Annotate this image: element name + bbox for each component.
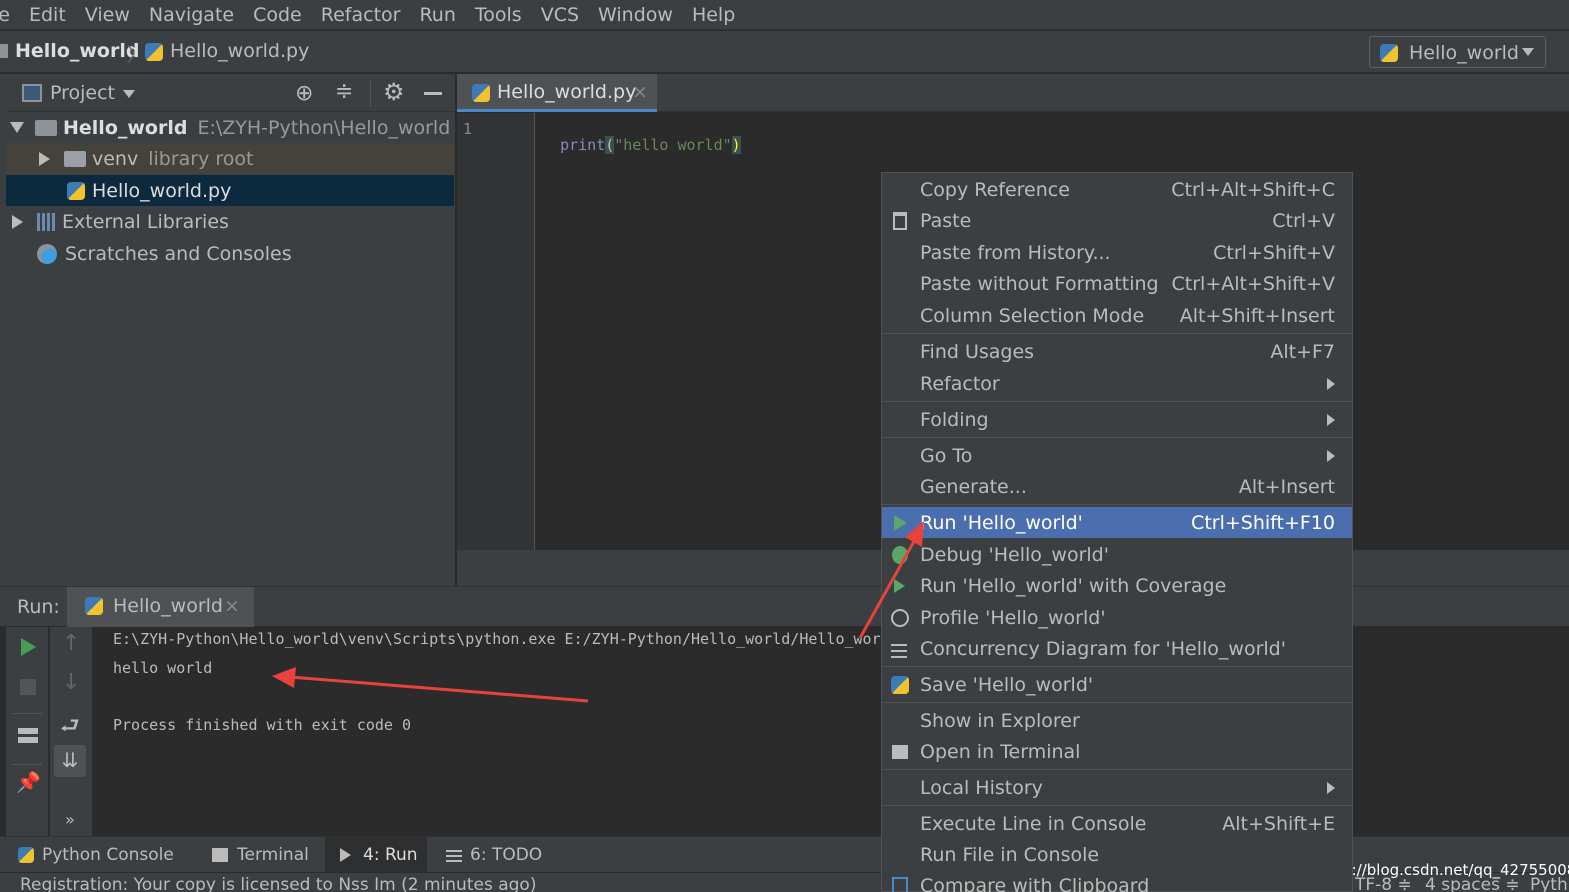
annotation-arrow-run: [858, 535, 919, 639]
annotation-arrow-console: [289, 675, 589, 703]
annotation-arrows: [272, 521, 924, 703]
annotation-arrowhead-console: [272, 667, 296, 688]
